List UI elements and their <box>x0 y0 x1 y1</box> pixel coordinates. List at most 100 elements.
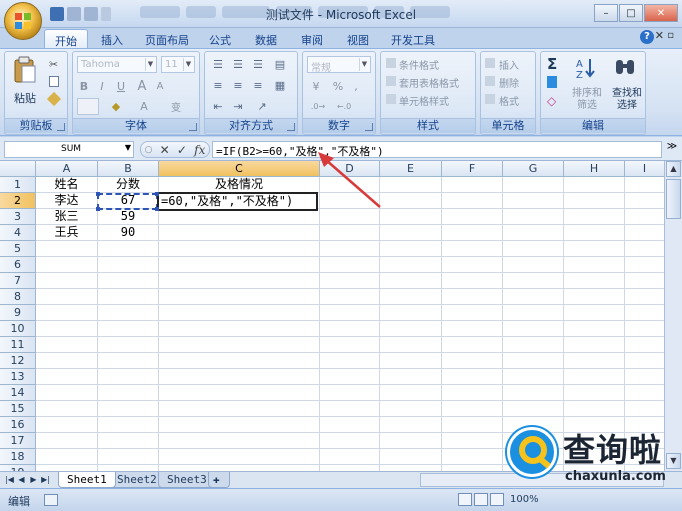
shrink-font-button[interactable]: A <box>153 78 167 95</box>
cell-h1[interactable] <box>564 177 625 193</box>
select-all-corner[interactable] <box>0 161 36 177</box>
office-button[interactable] <box>4 2 42 40</box>
cell-e9[interactable] <box>380 305 442 321</box>
tab-insert[interactable]: 插入 <box>92 29 132 48</box>
cell-e3[interactable] <box>380 209 442 225</box>
cell-f8[interactable] <box>442 289 503 305</box>
expand-formula-icon[interactable]: ≫ <box>666 141 678 158</box>
cell-c13[interactable] <box>159 369 320 385</box>
tab-developer[interactable]: 开发工具 <box>384 29 442 48</box>
cell-c14[interactable] <box>159 385 320 401</box>
maximize-button[interactable]: □ <box>619 4 643 22</box>
cell-g14[interactable] <box>503 385 564 401</box>
row-header-16[interactable]: 16 <box>0 417 36 433</box>
decrease-decimal-icon[interactable]: ←.0 <box>333 98 355 115</box>
merge-icon[interactable]: ▦ <box>271 77 289 94</box>
cell-d12[interactable] <box>320 353 380 369</box>
paste-icon[interactable] <box>13 56 37 86</box>
cell-c5[interactable] <box>159 241 320 257</box>
delete-cells-button[interactable]: 删除 <box>499 75 519 90</box>
cell-a18[interactable] <box>36 449 98 465</box>
row-header-6[interactable]: 6 <box>0 257 36 273</box>
cell-e13[interactable] <box>380 369 442 385</box>
tab-formulas[interactable]: 公式 <box>202 29 238 48</box>
cell-h9[interactable] <box>564 305 625 321</box>
cell-e11[interactable] <box>380 337 442 353</box>
cell-g3[interactable] <box>503 209 564 225</box>
cell-a3[interactable]: 张三 <box>36 209 98 225</box>
autosum-button[interactable]: Σ <box>547 55 557 73</box>
column-header-g[interactable]: G <box>503 161 564 177</box>
active-cell-editor[interactable]: =60,"及格","不及格") <box>157 192 318 211</box>
italic-button[interactable]: I <box>95 78 109 95</box>
sort-filter-icon[interactable]: AZ <box>575 56 599 81</box>
enter-formula-button[interactable]: ✓ <box>177 143 187 157</box>
cell-f10[interactable] <box>442 321 503 337</box>
cell-c8[interactable] <box>159 289 320 305</box>
cell-g1[interactable] <box>503 177 564 193</box>
cell-i14[interactable] <box>625 385 664 401</box>
cell-f1[interactable] <box>442 177 503 193</box>
bold-button[interactable]: B <box>77 78 91 95</box>
phonetic-button[interactable]: 变 <box>165 98 187 115</box>
cell-i13[interactable] <box>625 369 664 385</box>
cell-d8[interactable] <box>320 289 380 305</box>
column-header-h[interactable]: H <box>564 161 625 177</box>
font-size-combo[interactable]: 11 ▼ <box>161 56 195 73</box>
insert-sheet-icon[interactable]: ✚ <box>208 472 230 488</box>
cell-b14[interactable] <box>98 385 159 401</box>
comma-button[interactable]: , <box>349 78 363 95</box>
cell-f14[interactable] <box>442 385 503 401</box>
cell-g13[interactable] <box>503 369 564 385</box>
row-header-5[interactable]: 5 <box>0 241 36 257</box>
cell-c18[interactable] <box>159 449 320 465</box>
cell-b12[interactable] <box>98 353 159 369</box>
align-right-icon[interactable]: ≡ <box>249 77 267 94</box>
cell-b7[interactable] <box>98 273 159 289</box>
cell-f16[interactable] <box>442 417 503 433</box>
cell-a7[interactable] <box>36 273 98 289</box>
cell-d15[interactable] <box>320 401 380 417</box>
cell-d16[interactable] <box>320 417 380 433</box>
cell-b10[interactable] <box>98 321 159 337</box>
cell-d9[interactable] <box>320 305 380 321</box>
cell-h14[interactable] <box>564 385 625 401</box>
cell-b15[interactable] <box>98 401 159 417</box>
cell-c17[interactable] <box>159 433 320 449</box>
minimize-button[interactable]: – <box>594 4 618 22</box>
cell-i2[interactable] <box>625 193 664 209</box>
cell-c9[interactable] <box>159 305 320 321</box>
cell-e2[interactable] <box>380 193 442 209</box>
row-header-1[interactable]: 1 <box>0 177 36 193</box>
font-name-combo[interactable]: Tahoma ▼ <box>77 56 157 73</box>
cell-e7[interactable] <box>380 273 442 289</box>
cell-g12[interactable] <box>503 353 564 369</box>
cell-e4[interactable] <box>380 225 442 241</box>
column-header-a[interactable]: A <box>36 161 98 177</box>
cell-b11[interactable] <box>98 337 159 353</box>
cell-f7[interactable] <box>442 273 503 289</box>
border-icon[interactable] <box>77 98 99 115</box>
increase-decimal-icon[interactable]: .0→ <box>307 98 329 115</box>
align-bottom-icon[interactable]: ☰ <box>249 56 267 73</box>
sort-filter-button[interactable]: 排序和 筛选 <box>567 88 607 112</box>
cell-e12[interactable] <box>380 353 442 369</box>
cell-c7[interactable] <box>159 273 320 289</box>
normal-view-icon[interactable] <box>458 493 472 506</box>
format-painter-icon[interactable] <box>46 91 62 107</box>
cell-f6[interactable] <box>442 257 503 273</box>
cell-i12[interactable] <box>625 353 664 369</box>
tab-page-layout[interactable]: 页面布局 <box>138 29 196 48</box>
cell-f18[interactable] <box>442 449 503 465</box>
cell-d6[interactable] <box>320 257 380 273</box>
cell-i15[interactable] <box>625 401 664 417</box>
cell-b9[interactable] <box>98 305 159 321</box>
help-icon[interactable]: ? <box>640 30 654 44</box>
cell-i4[interactable] <box>625 225 664 241</box>
cell-g9[interactable] <box>503 305 564 321</box>
cell-e16[interactable] <box>380 417 442 433</box>
cell-i3[interactable] <box>625 209 664 225</box>
clear-icon[interactable]: ◇ <box>547 94 556 108</box>
cell-b6[interactable] <box>98 257 159 273</box>
cell-e5[interactable] <box>380 241 442 257</box>
